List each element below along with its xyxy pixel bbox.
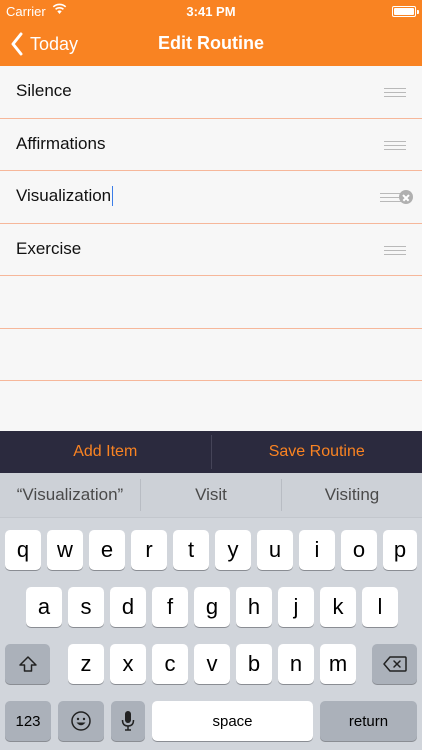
item-name-text: Visualization: [16, 186, 112, 205]
text-cursor: [112, 185, 114, 206]
emoji-icon: [71, 711, 91, 731]
shift-key[interactable]: [5, 644, 50, 684]
status-bar: Carrier 3:41 PM: [0, 0, 422, 22]
key[interactable]: c: [152, 644, 188, 684]
list-item[interactable]: Affirmations: [0, 119, 422, 171]
key[interactable]: m: [320, 644, 356, 684]
shift-icon: [18, 656, 37, 672]
numbers-key[interactable]: 123: [5, 701, 51, 741]
key[interactable]: t: [173, 530, 209, 570]
chevron-left-icon: [11, 32, 23, 56]
suggestion-item[interactable]: “Visualization”: [0, 473, 140, 517]
routine-list: Silence Affirmations Visualization Exerc…: [0, 66, 422, 431]
predictive-bar: “Visualization” Visit Visiting: [0, 473, 422, 518]
key[interactable]: p: [383, 530, 417, 570]
nav-bar: Carrier 3:41 PM Today Edit Routine: [0, 0, 422, 66]
key[interactable]: u: [257, 530, 293, 570]
backspace-icon: [382, 656, 407, 672]
list-item[interactable]: Visualization: [0, 171, 422, 224]
key[interactable]: i: [299, 530, 335, 570]
key[interactable]: y: [215, 530, 251, 570]
key[interactable]: x: [110, 644, 146, 684]
key[interactable]: o: [341, 530, 377, 570]
microphone-icon: [121, 711, 135, 731]
key[interactable]: z: [68, 644, 104, 684]
emoji-key[interactable]: [58, 701, 104, 741]
key[interactable]: e: [89, 530, 125, 570]
key[interactable]: r: [131, 530, 167, 570]
item-name-field-active[interactable]: Visualization: [16, 185, 114, 207]
delete-key[interactable]: [372, 644, 417, 684]
key[interactable]: l: [362, 587, 398, 627]
key[interactable]: j: [278, 587, 314, 627]
save-routine-button[interactable]: Save Routine: [212, 431, 422, 473]
key[interactable]: h: [236, 587, 272, 627]
list-item[interactable]: Silence: [0, 66, 422, 119]
battery-icon: [392, 6, 419, 17]
keyboard: “Visualization” Visit Visiting q w e r t…: [0, 473, 422, 750]
clock: 3:41 PM: [186, 4, 236, 19]
suggestion-item[interactable]: Visiting: [282, 473, 422, 517]
empty-row: [0, 276, 422, 329]
key[interactable]: b: [236, 644, 272, 684]
key[interactable]: f: [152, 587, 188, 627]
drag-handle-icon[interactable]: [384, 245, 406, 255]
empty-row: [0, 381, 422, 434]
key[interactable]: a: [26, 587, 62, 627]
item-name-field[interactable]: Affirmations: [16, 134, 105, 154]
key[interactable]: g: [194, 587, 230, 627]
item-name-field[interactable]: Silence: [16, 81, 72, 101]
key[interactable]: v: [194, 644, 230, 684]
key[interactable]: q: [5, 530, 41, 570]
add-item-button[interactable]: Add Item: [0, 431, 211, 473]
key[interactable]: w: [47, 530, 83, 570]
key[interactable]: s: [68, 587, 104, 627]
action-bar: Add Item Save Routine: [0, 431, 422, 473]
space-key[interactable]: space: [152, 701, 313, 741]
key[interactable]: d: [110, 587, 146, 627]
drag-handle-icon[interactable]: [384, 88, 406, 97]
list-item[interactable]: Exercise: [0, 224, 422, 276]
suggestion-item[interactable]: Visit: [141, 473, 281, 517]
back-label: Today: [30, 33, 79, 54]
drag-handle-icon[interactable]: [384, 140, 406, 150]
clear-text-icon[interactable]: [399, 190, 413, 204]
dictation-key[interactable]: [111, 701, 145, 741]
item-name-field[interactable]: Exercise: [16, 239, 81, 259]
back-button[interactable]: Today: [10, 30, 78, 58]
return-key[interactable]: return: [320, 701, 417, 741]
empty-row: [0, 329, 422, 381]
app: Carrier 3:41 PM Today Edit Routine Silen…: [0, 0, 422, 750]
key[interactable]: n: [278, 644, 314, 684]
key[interactable]: k: [320, 587, 356, 627]
